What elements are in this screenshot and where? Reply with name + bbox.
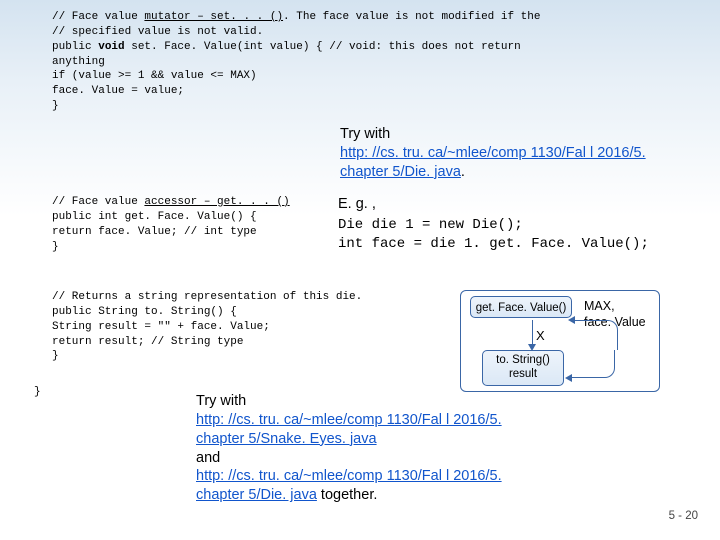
code-line: } [52,99,692,114]
code-line: face. Value = value; [52,84,692,99]
code-line: // Face value mutator – set. . . (). The… [52,10,692,25]
eg-code-line: int face = die 1. get. Face. Value(); [338,236,649,252]
diagram-tostring-box: to. String() result [482,350,564,386]
code-line: public void set. Face. Value(int value) … [52,40,692,55]
example-block: E. g. , Die die 1 = new Die(); int face … [338,195,649,254]
closing-brace: } [34,385,41,400]
and-label: and [196,450,220,466]
code-line: anything [52,55,692,70]
link-snakeeyes-java[interactable]: http: //cs. tru. ca/~mlee/comp 1130/Fal … [196,412,502,447]
code-line: // specified value is not valid. [52,25,692,40]
diagram-arrowhead [565,374,572,382]
diagram-getfacevalue-box: get. Face. Value() [470,296,572,318]
diagram-arrow [570,350,615,378]
class-diagram: get. Face. Value() to. String() result X… [460,290,670,395]
diagram-arrowhead [528,344,536,351]
link-die-java[interactable]: http: //cs. tru. ca/~mlee/comp 1130/Fal … [340,145,646,180]
diagram-arrow [570,320,618,350]
try-with-note-1: Try with http: //cs. tru. ca/~mlee/comp … [340,125,680,182]
eg-label: E. g. , [338,196,376,212]
eg-code-line: Die die 1 = new Die(); [338,217,523,233]
diagram-arrowhead [568,316,575,324]
code-block-mutator: // Face value mutator – set. . . (). The… [52,10,692,114]
code-line: if (value >= 1 && value <= MAX) [52,69,692,84]
try-label: Try with [340,126,390,142]
diagram-x-label: X [536,328,545,343]
page-number: 5 - 20 [669,510,698,522]
try-label: Try with [196,393,246,409]
try-with-note-2: Try with http: //cs. tru. ca/~mlee/comp … [196,392,516,505]
